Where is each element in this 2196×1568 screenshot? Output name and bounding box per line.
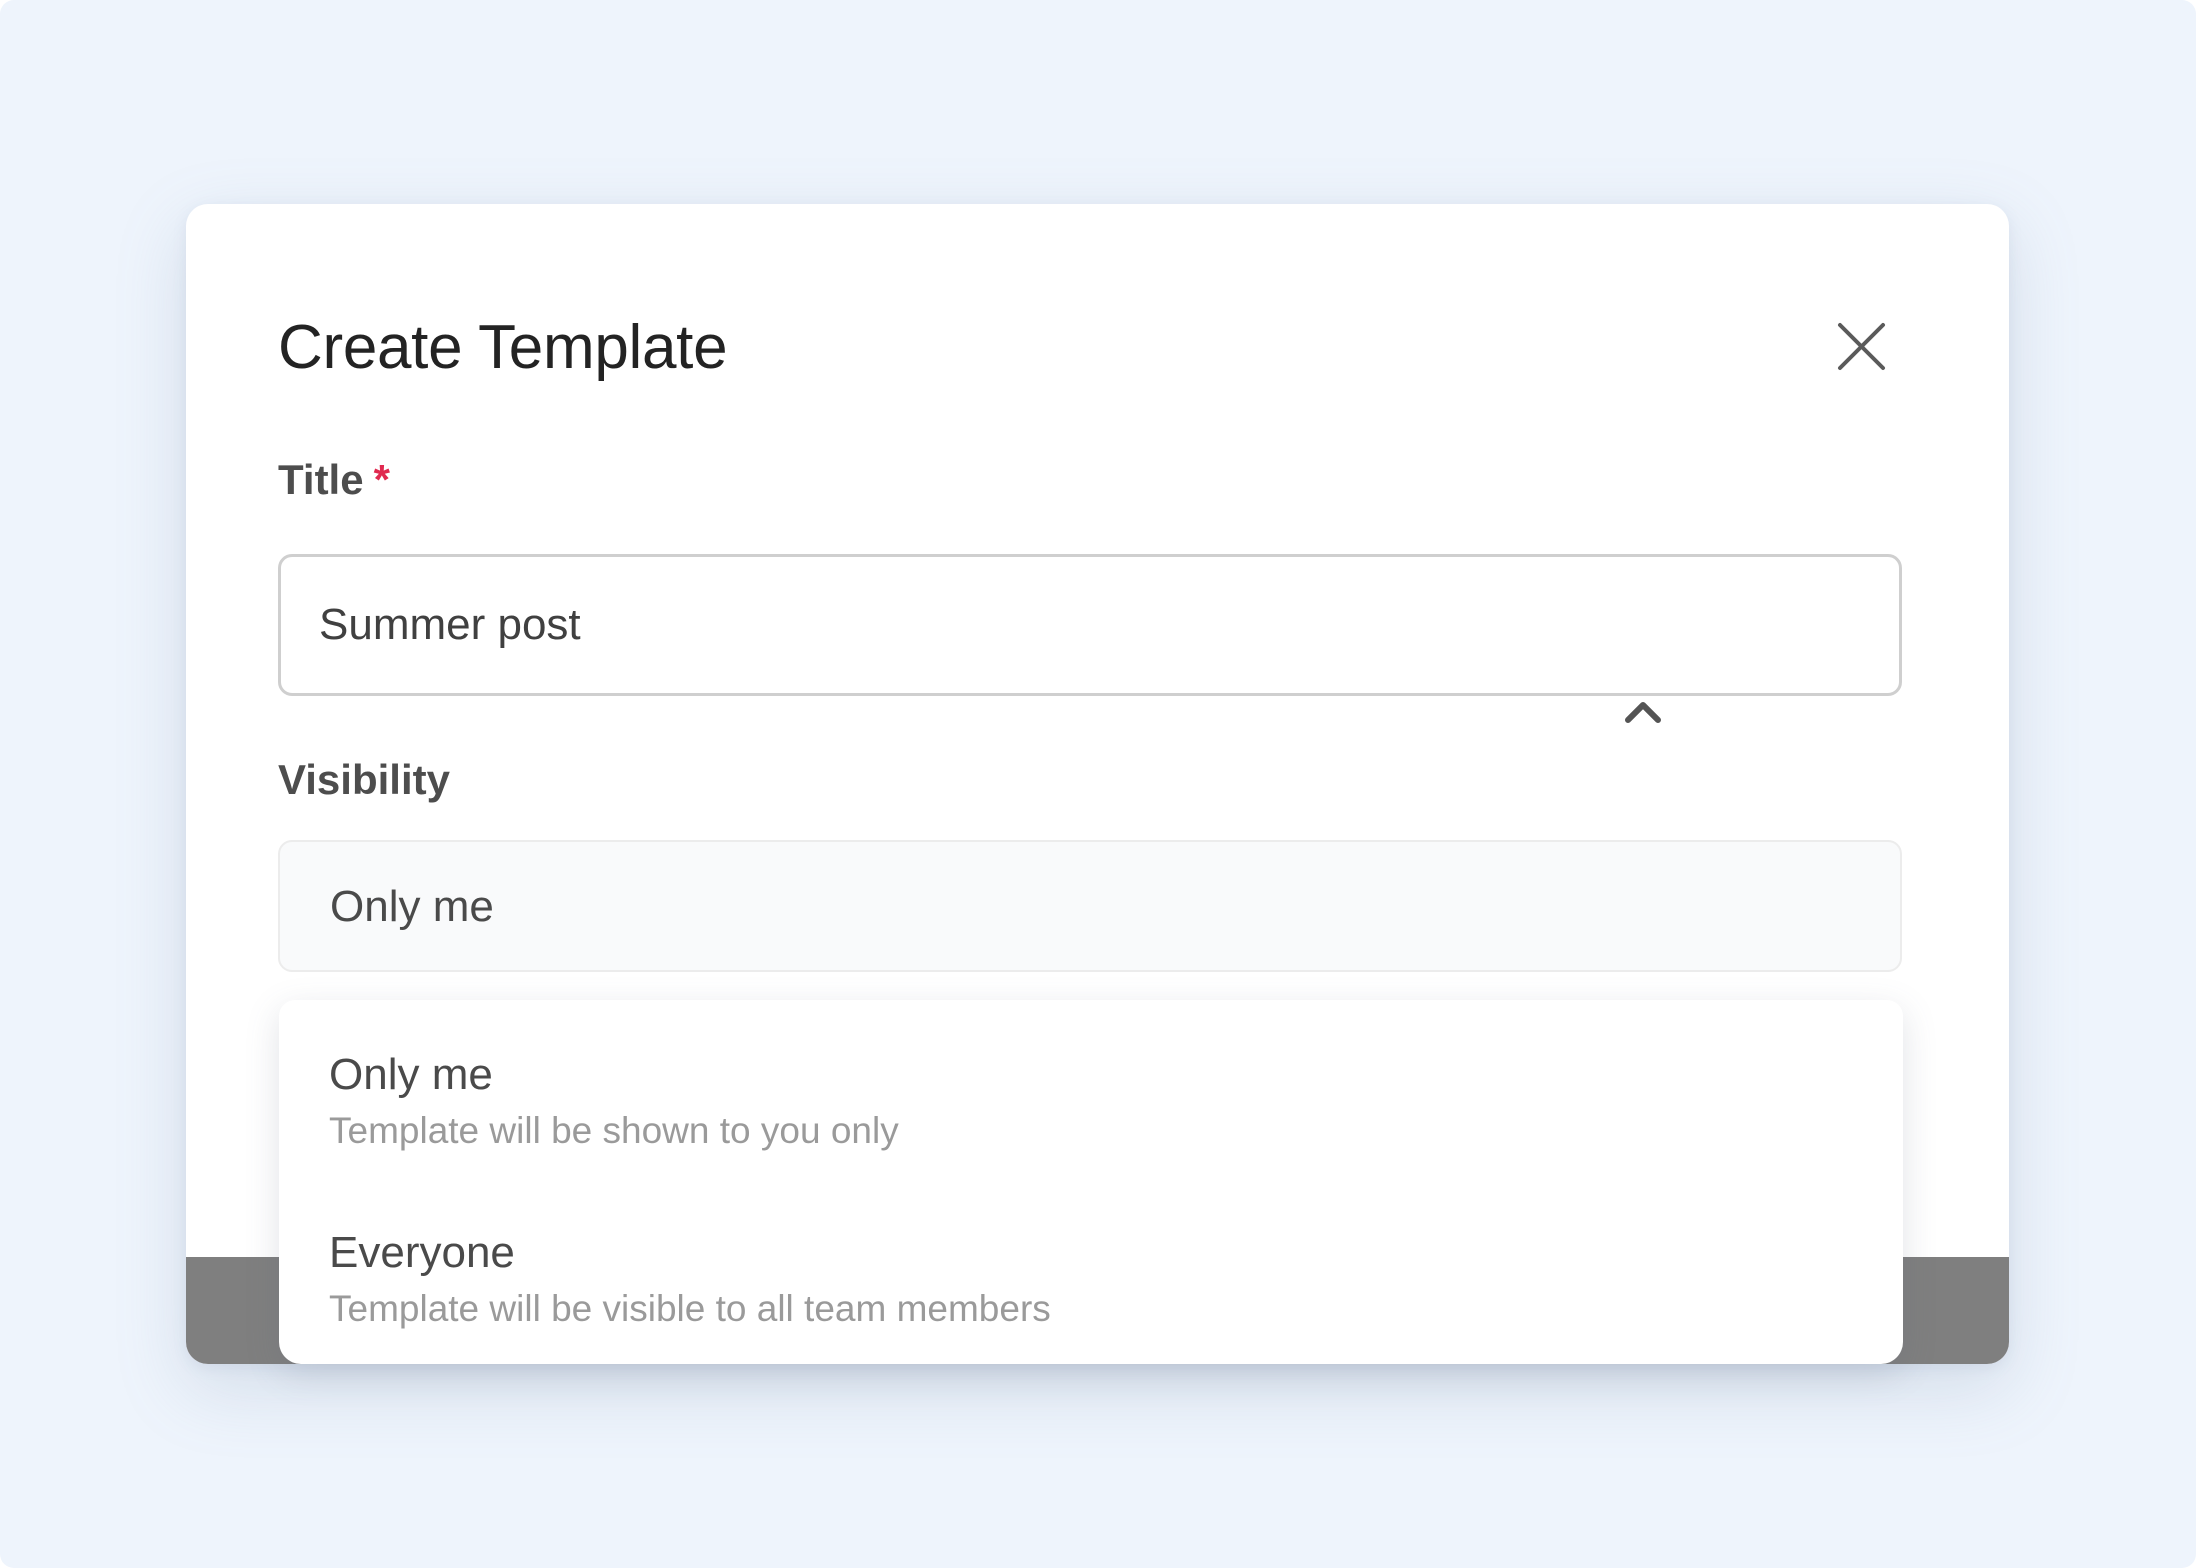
close-button[interactable] — [1826, 312, 1896, 382]
visibility-option-everyone[interactable]: Everyone Template will be visible to all… — [279, 1218, 1903, 1364]
page-backdrop: Create Template Title* Visibility Only m… — [0, 0, 2196, 1568]
chevron-up-icon — [1625, 702, 1661, 723]
title-input[interactable] — [278, 554, 1902, 696]
option-description: Template will be shown to you only — [329, 1110, 899, 1151]
visibility-option-only-me[interactable]: Only me Template will be shown to you on… — [279, 1040, 1903, 1210]
visibility-select[interactable]: Only me — [278, 840, 1902, 972]
option-label: Only me — [329, 1050, 493, 1099]
visibility-selected-value: Only me — [330, 882, 494, 931]
option-description: Template will be visible to all team mem… — [329, 1288, 1051, 1329]
visibility-toggle[interactable] — [1620, 694, 1666, 728]
title-field-label: Title * — [278, 456, 390, 504]
visibility-field-label: Visibility — [278, 756, 450, 803]
required-marker: * — [373, 456, 390, 503]
close-icon — [1838, 323, 1885, 370]
option-label: Everyone — [329, 1228, 515, 1277]
dialog-title: Create Template — [278, 313, 728, 382]
title-label-text: Title — [278, 456, 364, 503]
visibility-dropdown-menu: Only me Template will be shown to you on… — [279, 1000, 1903, 1364]
